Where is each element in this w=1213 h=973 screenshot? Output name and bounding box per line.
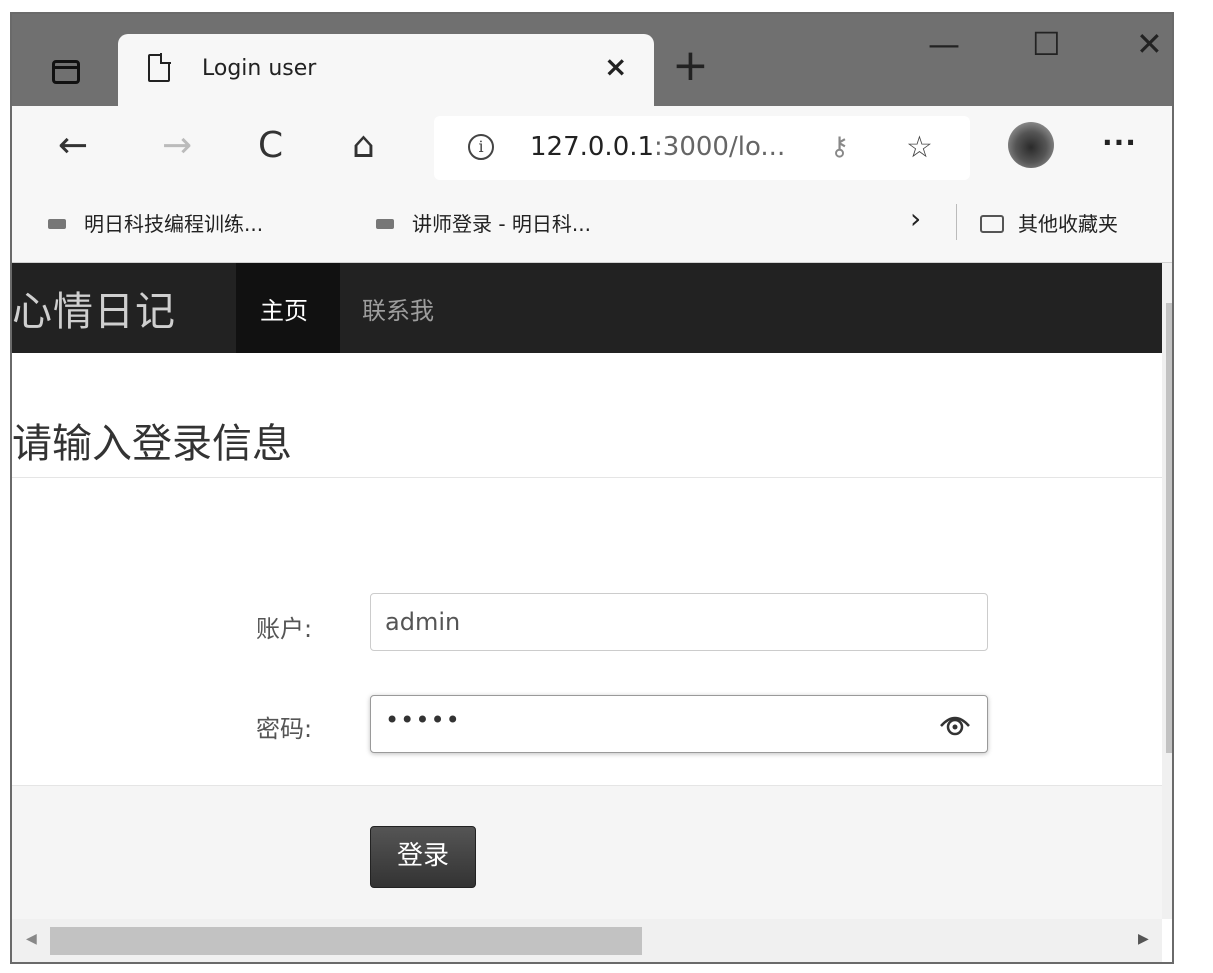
address-bar[interactable]: i 127.0.0.1:3000/lo... ⚷ ☆ (434, 116, 970, 180)
bookmarks-bar: 明日科技编程训练... 讲师登录 - 明日科... › 其他收藏夹 (12, 186, 1172, 263)
favorite-add-icon[interactable]: ☆ (906, 130, 933, 165)
scroll-right-arrow-icon[interactable]: ▶ (1138, 931, 1149, 947)
form-footer: 登录 (12, 785, 1162, 919)
tab-close-button[interactable]: × (604, 50, 627, 83)
info-icon[interactable]: i (468, 134, 494, 160)
browser-window: Login user × + — ☐ ✕ ← → C ⌂ i 127.0.0.1… (10, 12, 1174, 964)
key-icon[interactable]: ⚷ (830, 132, 849, 162)
tab-strip: Login user × + — ☐ ✕ (12, 14, 1172, 106)
account-input-value: admin (385, 608, 461, 636)
bookmarks-divider (956, 204, 957, 240)
forward-button[interactable]: → (162, 126, 192, 166)
page-viewport: 心情日记 主页 联系我 请输入登录信息 账户: admin 密码: ••••• … (12, 263, 1162, 919)
folder-icon (980, 214, 1004, 233)
nav-home-label: 主页 (260, 297, 308, 325)
bookmark-item[interactable]: 明日科技编程训练... (48, 208, 263, 237)
eye-icon[interactable] (937, 706, 973, 740)
other-bookmarks-label: 其他收藏夹 (1018, 212, 1118, 236)
vertical-scroll-thumb[interactable] (1166, 303, 1172, 753)
scroll-up-arrow-icon[interactable]: ▲ (1172, 269, 1174, 285)
nav-item-contact[interactable]: 联系我 (362, 291, 434, 326)
more-menu-button[interactable]: ··· (1102, 126, 1137, 159)
url-text[interactable]: 127.0.0.1:3000/lo... (530, 132, 785, 162)
profile-avatar[interactable] (1008, 122, 1054, 168)
bookmark-label: 明日科技编程训练... (84, 212, 264, 236)
url-path: :3000/lo... (654, 132, 786, 162)
password-input[interactable]: ••••• (370, 695, 988, 753)
minimize-button[interactable]: — (928, 24, 960, 64)
bookmark-site-icon (376, 218, 394, 229)
password-label: 密码: (256, 715, 313, 743)
login-button[interactable]: 登录 (370, 826, 476, 888)
site-brand[interactable]: 心情日记 (12, 279, 176, 337)
bookmark-site-icon (48, 218, 66, 229)
heading-divider (12, 477, 1162, 478)
password-input-value: ••••• (385, 706, 461, 734)
vertical-scrollbar[interactable]: ▲ ▼ (1162, 263, 1174, 919)
account-label: 账户: (256, 615, 313, 643)
bookmark-label: 讲师登录 - 明日科... (412, 212, 592, 236)
refresh-button[interactable]: C (258, 126, 283, 166)
home-button[interactable]: ⌂ (352, 126, 375, 166)
tab-login-user[interactable]: Login user × (118, 34, 654, 106)
account-input[interactable]: admin (370, 593, 988, 651)
maximize-button[interactable]: ☐ (1032, 24, 1061, 64)
close-window-button[interactable]: ✕ (1136, 24, 1163, 64)
bookmark-item[interactable]: 讲师登录 - 明日科... (376, 208, 591, 237)
site-navbar: 心情日记 主页 联系我 (12, 263, 1162, 353)
url-host: 127.0.0.1 (530, 132, 655, 162)
new-tab-button[interactable]: + (672, 44, 709, 88)
tab-title: Login user (202, 56, 317, 81)
scroll-left-arrow-icon[interactable]: ◀ (26, 931, 37, 947)
other-bookmarks-folder[interactable]: 其他收藏夹 (980, 208, 1118, 237)
back-button[interactable]: ← (58, 126, 88, 166)
horizontal-scroll-thumb[interactable] (50, 927, 642, 955)
scroll-down-arrow-icon[interactable]: ▼ (1172, 889, 1174, 905)
address-toolbar: ← → C ⌂ i 127.0.0.1:3000/lo... ⚷ ☆ ··· (12, 106, 1172, 186)
document-icon (148, 53, 171, 82)
horizontal-scrollbar[interactable]: ◀ ▶ (12, 919, 1162, 962)
page-title: 请输入登录信息 (12, 421, 292, 467)
nav-item-home[interactable]: 主页 (236, 263, 340, 353)
window-icon[interactable] (52, 60, 80, 84)
bookmarks-overflow-chevron-icon[interactable]: › (910, 202, 921, 235)
